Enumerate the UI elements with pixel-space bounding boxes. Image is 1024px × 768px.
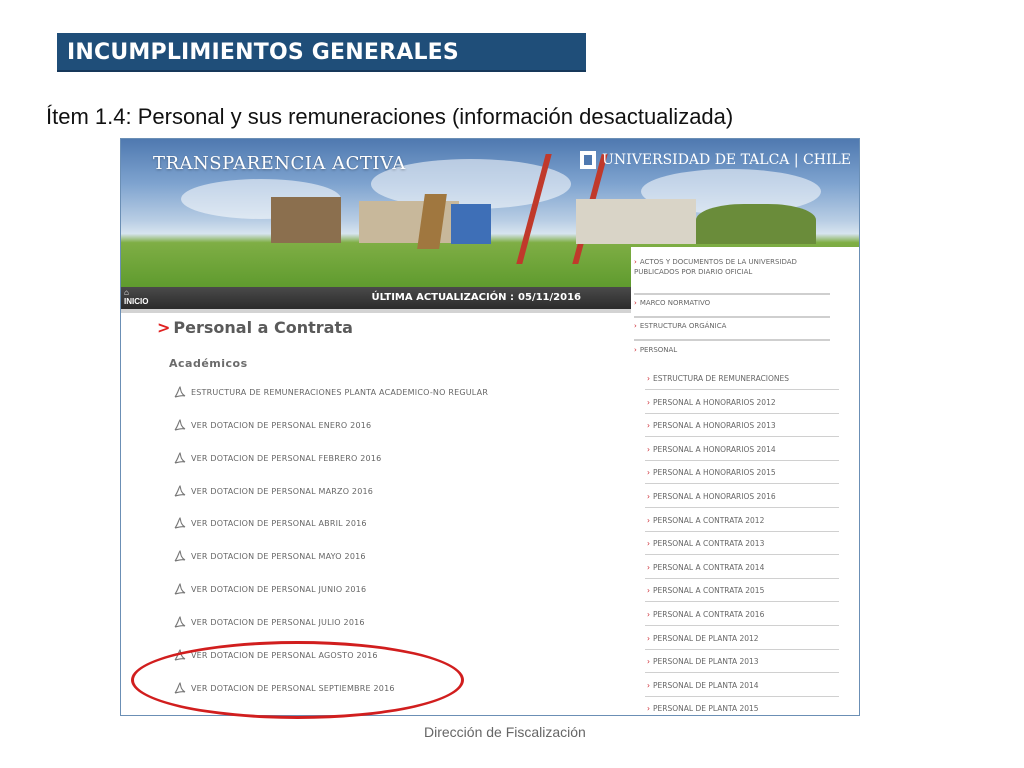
sidebar-item-label: › ESTRUCTURA ORGÁNICA [634, 322, 727, 330]
sidebar-item-label: › ACTOS Y DOCUMENTOS DE LA UNIVERSIDAD PU… [634, 258, 797, 276]
sidebar-subitem-label: › PERSONAL A HONORARIOS 2016 [647, 492, 776, 501]
sidebar-subitem-label: › PERSONAL A CONTRATA 2016 [647, 610, 765, 619]
sidebar-subitem[interactable]: › PERSONAL A HONORARIOS 2014 [645, 438, 839, 461]
sidebar-subitem[interactable]: › PERSONAL DE PLANTA 2015 [645, 697, 839, 715]
sidebar-subitem-label: › PERSONAL DE PLANTA 2014 [647, 680, 759, 690]
status-bar: ⌂ INICIO ÚLTIMA ACTUALIZACIÓN :05/11/2016 [121, 287, 631, 309]
sidebar-subitem[interactable]: › PERSONAL A CONTRATA 2013 [645, 532, 839, 556]
pdf-icon [173, 450, 189, 466]
document-link-label: VER DOTACION DE PERSONAL ABRIL 2016 [191, 518, 367, 528]
highlight-ellipse [131, 641, 464, 719]
sidebar-subitem-label: › PERSONAL A CONTRATA 2015 [647, 586, 765, 596]
document-link[interactable]: VER DOTACION DE PERSONAL JUNIO 2016 [173, 581, 366, 597]
sidebar-subitem-label: › PERSONAL A CONTRATA 2012 [647, 515, 765, 525]
sidebar-subitem[interactable]: › PERSONAL DE PLANTA 2013 [645, 650, 839, 674]
university-crest-icon [580, 151, 597, 169]
pdf-icon [173, 515, 189, 531]
document-link-label: VER DOTACION DE PERSONAL JULIO 2016 [191, 617, 365, 627]
pdf-icon [173, 483, 189, 499]
document-link-label: VER DOTACION DE PERSONAL ENERO 2016 [191, 420, 372, 430]
page-heading: > Personal a Contrata [157, 318, 353, 337]
sidebar-subitem-label: › PERSONAL A CONTRATA 2014 [647, 562, 765, 572]
sidebar-subitem[interactable]: › ESTRUCTURA DE REMUNERACIONES [645, 367, 839, 390]
document-link[interactable]: VER DOTACION DE PERSONAL ABRIL 2016 [173, 515, 367, 531]
sidebar-subitem-label: › PERSONAL A HONORARIOS 2014 [647, 444, 776, 454]
slide-footer: Dirección de Fiscalización [424, 724, 586, 740]
sidebar-subitem[interactable]: › PERSONAL DE PLANTA 2014 [645, 674, 839, 697]
banner-title: TRANSPARENCIA ACTIVA [153, 153, 406, 174]
page-heading-text: Personal a Contrata [173, 318, 353, 337]
sidebar-subitem-label: › PERSONAL DE PLANTA 2015 [647, 704, 759, 714]
sidebar-item-label: › PERSONAL [634, 346, 678, 354]
sidebar-subitem[interactable]: › PERSONAL A HONORARIOS 2012 [645, 391, 839, 414]
sidebar-subitem[interactable]: › PERSONAL A HONORARIOS 2016 [645, 485, 839, 508]
document-link[interactable]: VER DOTACION DE PERSONAL MARZO 2016 [173, 483, 373, 499]
last-update: ÚLTIMA ACTUALIZACIÓN :05/11/2016 [372, 292, 581, 303]
sidebar-subitem-label: › PERSONAL DE PLANTA 2012 [647, 633, 759, 643]
last-update-date: 05/11/2016 [518, 292, 581, 303]
pdf-icon [173, 384, 189, 400]
sidebar-subitem[interactable]: › PERSONAL A HONORARIOS 2015 [645, 461, 839, 485]
university-name: UNIVERSIDAD DE TALCA | CHILE [602, 152, 851, 168]
slide-title: INCUMPLIMIENTOS GENERALES [57, 33, 586, 72]
sidebar-subitem-label: › PERSONAL A HONORARIOS 2013 [647, 421, 776, 431]
university-logo[interactable]: UNIVERSIDAD DE TALCA | CHILE [580, 151, 851, 169]
sidebar-item-label: › MARCO NORMATIVO [634, 299, 711, 307]
sidebar-subitem[interactable]: › PERSONAL A CONTRATA 2016 [645, 603, 839, 626]
pdf-icon [173, 614, 189, 630]
sidebar-subitem-label: › PERSONAL A HONORARIOS 2015 [647, 468, 776, 478]
section-heading: Académicos [169, 357, 248, 370]
sidebar-subitem-label: › PERSONAL DE PLANTA 2013 [647, 657, 759, 667]
pdf-icon [173, 417, 189, 433]
slide-subtitle: Ítem 1.4: Personal y sus remuneraciones … [46, 104, 734, 129]
pdf-icon [173, 581, 189, 597]
sidebar-subitem-label: › ESTRUCTURA DE REMUNERACIONES [647, 374, 790, 383]
sidebar-subitem-label: › PERSONAL A HONORARIOS 2012 [647, 397, 776, 407]
sidebar-item[interactable]: › ESTRUCTURA ORGÁNICA [634, 321, 830, 341]
document-link[interactable]: ESTRUCTURA DE REMUNERACIONES PLANTA ACAD… [173, 384, 488, 400]
document-link[interactable]: VER DOTACION DE PERSONAL ENERO 2016 [173, 417, 371, 433]
sidebar-item[interactable]: › ACTOS Y DOCUMENTOS DE LA UNIVERSIDAD PU… [634, 257, 830, 295]
document-link-label: VER DOTACION DE PERSONAL JUNIO 2016 [191, 584, 367, 594]
sidebar-subitem[interactable]: › PERSONAL A CONTRATA 2012 [645, 509, 839, 532]
pdf-icon [173, 548, 189, 564]
website-screenshot: TRANSPARENCIA ACTIVA UNIVERSIDAD DE TALC… [120, 138, 860, 716]
last-update-label: ÚLTIMA ACTUALIZACIÓN : [371, 292, 515, 303]
home-link[interactable]: ⌂ INICIO [124, 288, 154, 306]
document-link-label: VER DOTACION DE PERSONAL MAYO 2016 [191, 551, 366, 561]
sidebar-subitem[interactable]: › PERSONAL A CONTRATA 2014 [645, 556, 839, 579]
document-link[interactable]: VER DOTACION DE PERSONAL MAYO 2016 [173, 548, 366, 564]
sidebar-subitem[interactable]: › PERSONAL DE PLANTA 2012 [645, 627, 839, 650]
sidebar-menu: › ACTOS Y DOCUMENTOS DE LA UNIVERSIDAD PU… [631, 247, 859, 715]
document-link-label: ESTRUCTURA DE REMUNERACIONES PLANTA ACAD… [191, 387, 489, 397]
sidebar-subitem-label: › PERSONAL A CONTRATA 2013 [647, 539, 765, 549]
document-link-label: VER DOTACION DE PERSONAL MARZO 2016 [191, 486, 374, 496]
sidebar-subitem[interactable]: › PERSONAL A HONORARIOS 2013 [645, 414, 839, 438]
sidebar-subitem[interactable]: › PERSONAL A CONTRATA 2015 [645, 579, 839, 603]
home-label: INICIO [124, 297, 149, 306]
document-link[interactable]: VER DOTACION DE PERSONAL JULIO 2016 [173, 614, 365, 630]
sidebar-item[interactable]: › MARCO NORMATIVO [634, 298, 830, 318]
sidebar-item[interactable]: › PERSONAL [634, 345, 830, 363]
document-link[interactable]: VER DOTACION DE PERSONAL FEBRERO 2016 [173, 450, 381, 466]
document-link-label: VER DOTACION DE PERSONAL FEBRERO 2016 [191, 453, 382, 463]
divider [121, 309, 631, 313]
